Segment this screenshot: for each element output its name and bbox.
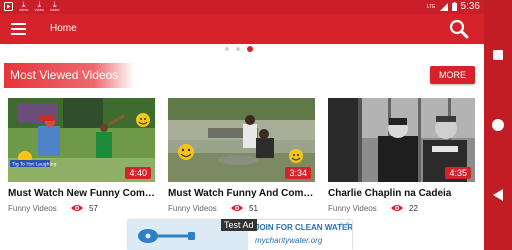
eye-icon [391,205,403,211]
app-bar: Home [0,14,484,44]
home-button[interactable] [492,119,504,131]
more-button[interactable]: MORE [430,66,475,84]
pager-dot-active[interactable] [247,46,253,52]
video-card[interactable]: 4:35 Charlie Chaplin na Cadeia Funny Vid… [328,98,475,218]
view-count: 57 [89,204,98,213]
download-icon: ⤓ VIDEO [34,0,45,12]
duration-badge: 3:34 [285,167,311,179]
video-card[interactable]: 3:34 Must Watch Funny And Comedy Funny V… [168,98,315,218]
video-card[interactable]: Tig To Hot Laughing 4:40 Must Watch New … [8,98,155,218]
video-thumbnail[interactable]: Tig To Hot Laughing 4:40 [8,98,155,182]
view-count: 51 [249,204,258,213]
duration-badge: 4:35 [445,167,471,179]
adchoices-icon[interactable]: ▷✕ [340,221,350,228]
page-title: Home [50,23,77,34]
video-title[interactable]: Must Watch Funny And Comedy [168,188,315,199]
test-ad-label: Test Ad [221,219,257,231]
signal-icon [439,2,448,11]
section-title: Most Viewed Videos [4,63,134,88]
pager-indicator [225,46,253,52]
system-nav-bar [484,0,512,250]
video-thumbnail[interactable]: 3:34 [168,98,315,182]
ad-url: mycharitywater.org [255,236,323,245]
video-thumbnail[interactable]: 4:35 [328,98,475,182]
video-category: Funny Videos [168,204,217,213]
status-bar: ⤓ VIDEO ⤓ VIDEO ⤓ VIDEO LTE 5:36 [0,0,484,14]
download-icon: ⤓ VIDEO [19,0,29,12]
clock: 5:36 [460,1,480,12]
eye-icon [231,205,243,211]
notification-icons: ⤓ VIDEO ⤓ VIDEO ⤓ VIDEO [4,1,60,12]
video-title[interactable]: Must Watch New Funny Comedy [8,188,155,199]
guitar-icon [138,229,195,243]
download-icon: ⤓ VIDEO [50,0,60,12]
video-title[interactable]: Charlie Chaplin na Cadeia [328,188,475,199]
pager-dot[interactable] [236,47,240,51]
video-category: Funny Videos [328,204,377,213]
view-count: 22 [409,204,418,213]
search-icon[interactable] [449,19,469,39]
duration-badge: 4:40 [125,167,151,179]
hamburger-menu-icon[interactable] [11,23,26,35]
app-notification-icon [4,2,13,11]
battery-icon [451,2,457,11]
ad-headline: JOIN FOR CLEAN WATER [255,223,352,232]
back-button[interactable] [493,189,503,201]
pager-dot[interactable] [225,47,229,51]
network-type: LTE [426,3,436,10]
thumbnail-caption: Tig To Hot Laughing [11,162,57,168]
eye-icon [71,205,83,211]
recent-apps-button[interactable] [493,50,503,60]
video-category: Funny Videos [8,204,57,213]
